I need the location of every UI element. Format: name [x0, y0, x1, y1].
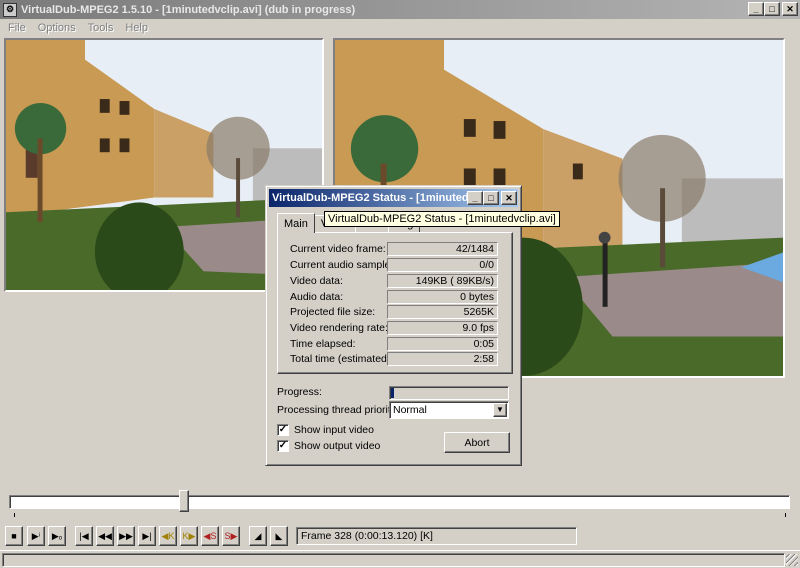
stat-row-total-time: Total time (estimated): 2:58: [290, 352, 498, 366]
timeline-end-tick: [785, 513, 786, 517]
dialog-close-button[interactable]: ✕: [501, 191, 517, 205]
dialog-minimize-button[interactable]: _: [467, 191, 483, 205]
menu-help[interactable]: Help: [119, 22, 154, 34]
stat-row-video-frame: Current video frame: 42/1484: [290, 242, 498, 256]
close-button[interactable]: ✕: [782, 2, 798, 16]
stat-label: Current audio sample:: [290, 259, 394, 271]
next-scene-icon[interactable]: S▶: [222, 526, 240, 546]
show-output-video-option[interactable]: ✓ Show output video: [277, 440, 380, 452]
stat-value: 0 bytes: [387, 290, 498, 304]
play-input-icon[interactable]: ▶ⁱ: [27, 526, 45, 546]
stat-row-rendering-rate: Video rendering rate: 9.0 fps: [290, 321, 498, 335]
show-input-video-option[interactable]: ✓ Show input video: [277, 424, 374, 436]
stat-value: 0:05: [387, 337, 498, 351]
next-key-icon[interactable]: K▶: [180, 526, 198, 546]
prev-scene-icon[interactable]: ◀S: [201, 526, 219, 546]
stop-icon[interactable]: ■: [5, 526, 23, 546]
menu-tools[interactable]: Tools: [82, 22, 120, 34]
stat-row-video-data: Video data: 149KB ( 89KB/s): [290, 274, 498, 288]
go-end-icon[interactable]: ▶|: [138, 526, 156, 546]
show-output-label: Show output video: [294, 440, 381, 452]
show-input-label: Show input video: [294, 424, 374, 436]
stat-label: Current video frame:: [290, 243, 386, 255]
stat-value: 9.0 fps: [387, 321, 498, 335]
menu-bar: File Options Tools Help: [0, 19, 800, 37]
stat-label: Audio data:: [290, 291, 344, 303]
status-bar: [0, 550, 800, 568]
chevron-down-icon[interactable]: ▼: [493, 403, 507, 417]
show-output-checkbox[interactable]: ✓: [277, 440, 289, 452]
mark-in-icon[interactable]: ◢: [249, 526, 267, 546]
title-tooltip: VirtualDub-MPEG2 Status - [1minutedvclip…: [324, 211, 560, 227]
stat-label: Total time (estimated):: [290, 353, 394, 365]
stat-value: 0/0: [387, 258, 498, 272]
window-title: VirtualDub-MPEG2 1.5.10 - [1minutedvclip…: [21, 3, 356, 16]
minimize-button[interactable]: _: [748, 2, 764, 16]
maximize-button[interactable]: □: [764, 2, 780, 16]
stat-row-audio-sample: Current audio sample: 0/0: [290, 258, 498, 272]
stat-label: Video data:: [290, 275, 343, 287]
stat-label: Time elapsed:: [290, 338, 356, 350]
progress-fill: [391, 388, 395, 398]
go-start-icon[interactable]: |◀: [75, 526, 93, 546]
stat-value: 5265K: [387, 305, 498, 319]
stat-row-audio-data: Audio data: 0 bytes: [290, 290, 498, 304]
dialog-window-controls: _ □ ✕: [467, 191, 517, 205]
mark-out-icon[interactable]: ◣: [270, 526, 288, 546]
timeline-start-tick: [14, 513, 15, 517]
stat-row-projected-size: Projected file size: 5265K: [290, 305, 498, 319]
step-forward-icon[interactable]: ▶▶: [117, 526, 135, 546]
stat-value: 42/1484: [387, 242, 498, 256]
play-output-icon[interactable]: ▶ₒ: [48, 526, 66, 546]
menu-file[interactable]: File: [2, 22, 32, 34]
stat-value: 149KB ( 89KB/s): [387, 274, 498, 288]
tab-main[interactable]: Main: [277, 213, 315, 233]
priority-select[interactable]: Normal ▼: [389, 401, 509, 419]
dialog-title: VirtualDub-MPEG2 Status - [1minutedv...: [272, 192, 484, 204]
show-input-checkbox[interactable]: ✓: [277, 424, 289, 436]
step-back-icon[interactable]: ◀◀: [96, 526, 114, 546]
app-icon[interactable]: ⚙: [3, 2, 17, 17]
abort-button[interactable]: Abort: [444, 432, 510, 453]
window-controls: _ □ ✕: [748, 2, 798, 16]
frame-status-field: Frame 328 (0:00:13.120) [K]: [296, 527, 577, 545]
prev-key-icon[interactable]: ◀K: [159, 526, 177, 546]
resize-grip[interactable]: [786, 554, 798, 566]
priority-label: Processing thread priority:: [277, 404, 399, 416]
stat-row-time-elapsed: Time elapsed: 0:05: [290, 337, 498, 351]
timeline-thumb[interactable]: [178, 490, 189, 512]
stat-label: Video rendering rate:: [290, 322, 388, 334]
status-panel: [2, 553, 785, 567]
menu-options[interactable]: Options: [32, 22, 82, 34]
main-title-bar[interactable]: ⚙ VirtualDub-MPEG2 1.5.10 - [1minutedvcl…: [0, 0, 800, 19]
stat-label: Projected file size:: [290, 306, 376, 318]
progress-label: Progress:: [277, 386, 322, 398]
dialog-maximize-button[interactable]: □: [483, 191, 499, 205]
progress-bar: [389, 386, 509, 400]
stat-value: 2:58: [387, 352, 498, 366]
priority-value: Normal: [393, 404, 427, 416]
timeline-track[interactable]: [9, 495, 790, 509]
